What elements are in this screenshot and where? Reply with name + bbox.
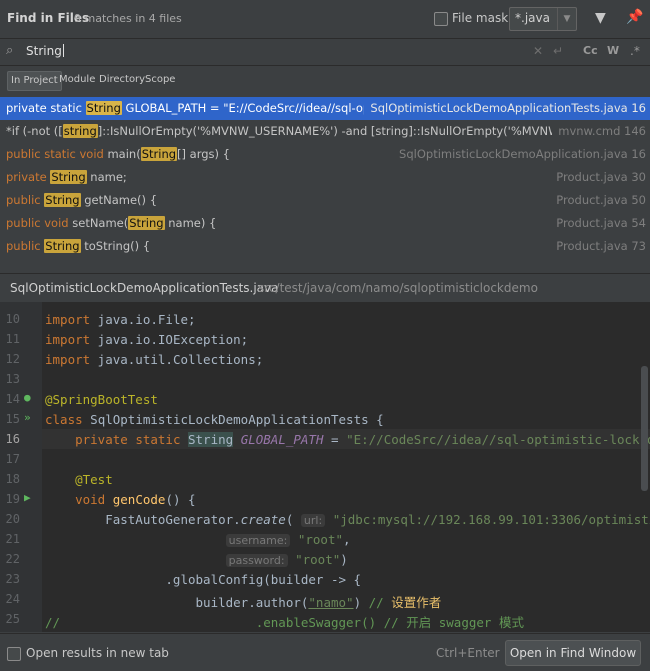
- tab-in-project[interactable]: In Project: [7, 71, 62, 91]
- line-number: 23: [5, 572, 20, 586]
- result-file: SqlOptimisticLockDemoApplicationTests.ja…: [364, 97, 646, 120]
- result-file: Product.java 73: [550, 235, 646, 258]
- code-line: void genCode() {: [75, 492, 196, 507]
- result-row[interactable]: public static void main(String[] args) {…: [0, 143, 650, 166]
- code-line: password: "root"): [45, 552, 348, 567]
- run-tests-icon[interactable]: »: [24, 411, 31, 424]
- result-file: Product.java 30: [550, 166, 646, 189]
- match-highlight: String: [44, 193, 81, 207]
- match-highlight: String: [140, 147, 178, 161]
- pin-icon[interactable]: 📌: [626, 9, 643, 25]
- result-row[interactable]: private String name; Product.java 30: [0, 166, 650, 189]
- search-bar: ⌕ String ✕ ↵ Cc W .*: [0, 38, 650, 66]
- newline-icon[interactable]: ↵: [553, 44, 563, 58]
- line-number: 15: [5, 412, 20, 426]
- clear-icon[interactable]: ✕: [533, 44, 543, 58]
- regex-icon[interactable]: .*: [630, 44, 640, 58]
- line-number: 21: [5, 532, 20, 546]
- chevron-down-icon[interactable]: ▼: [557, 8, 576, 30]
- result-row[interactable]: public void setName(String name) { Produ…: [0, 212, 650, 235]
- open-new-tab-checkbox[interactable]: [7, 647, 21, 661]
- tab-directory[interactable]: Directory: [96, 71, 148, 89]
- line-number: 19: [5, 492, 20, 506]
- code-line: username: "root",: [45, 532, 351, 547]
- file-mask-label: File mask:: [452, 11, 513, 25]
- code-line: import java.io.File;: [45, 312, 196, 327]
- filter-icon[interactable]: ▼: [595, 10, 606, 26]
- code-line: // .enableSwagger() // 开启 swagger 模式: [45, 615, 524, 630]
- code-line: private static String GLOBAL_PATH = "E:/…: [75, 432, 650, 447]
- preview-header: SqlOptimisticLockDemoApplicationTests.ja…: [0, 273, 650, 303]
- result-file: Product.java 50: [550, 189, 646, 212]
- match-highlight: String: [85, 101, 122, 115]
- result-row[interactable]: private static String GLOBAL_PATH = "E:/…: [0, 97, 650, 120]
- line-number: 24: [5, 592, 20, 606]
- vertical-scrollbar[interactable]: [641, 366, 648, 491]
- line-number: 11: [5, 332, 20, 346]
- spring-bean-icon[interactable]: ●: [24, 391, 31, 404]
- preview-file-path: src/test/java/com/namo/sqloptimisticlock…: [258, 281, 538, 295]
- code-line: builder.author("namo") // 设置作者: [45, 595, 442, 610]
- result-row[interactable]: public String getName() { Product.java 5…: [0, 189, 650, 212]
- results-list: private static String GLOBAL_PATH = "E:/…: [0, 97, 650, 273]
- code-line: class SqlOptimisticLockDemoApplicationTe…: [45, 412, 384, 427]
- result-row[interactable]: *if (-not ([string]::IsNullOrEmpty('%MVN…: [0, 120, 650, 143]
- find-in-files-window: Find in Files 9 matches in 4 files File …: [0, 0, 650, 671]
- footer-bar: Open results in new tab Ctrl+Enter Open …: [0, 633, 650, 671]
- search-input[interactable]: String: [26, 44, 64, 58]
- preview-file-name: SqlOptimisticLockDemoApplicationTests.ja…: [10, 281, 279, 295]
- line-number: 13: [5, 372, 20, 386]
- line-number: 12: [5, 352, 20, 366]
- header-bar: Find in Files 9 matches in 4 files File …: [0, 0, 650, 38]
- line-number: 10: [5, 312, 20, 326]
- match-highlight: string: [62, 124, 98, 138]
- search-icon[interactable]: ⌕: [6, 43, 13, 58]
- line-number: 17: [5, 452, 20, 466]
- result-row[interactable]: public String toString() { Product.java …: [0, 235, 650, 258]
- open-in-find-window-button[interactable]: Open in Find Window: [505, 640, 641, 666]
- file-mask-value: *.java: [515, 11, 550, 25]
- shortcut-hint: Ctrl+Enter: [436, 646, 500, 660]
- line-number: 14: [5, 392, 20, 406]
- scope-tabs: In Project Module Directory Scope: [0, 65, 650, 97]
- match-case-toggle[interactable]: Cc: [583, 44, 598, 57]
- file-mask-dropdown[interactable]: *.java ▼: [509, 7, 577, 31]
- tab-module[interactable]: Module: [56, 71, 98, 89]
- match-highlight: String: [50, 170, 87, 184]
- code-line: import java.util.Collections;: [45, 352, 264, 367]
- result-file: SqlOptimisticLockDemoApplication.java 16: [393, 143, 646, 166]
- match-count: 9 matches in 4 files: [74, 12, 182, 25]
- code-preview[interactable]: 10 11 12 13 14 15 16 17 18 19 20 21 22 2…: [0, 302, 650, 632]
- open-new-tab-label: Open results in new tab: [26, 646, 169, 660]
- file-mask-checkbox[interactable]: [434, 12, 448, 26]
- code-line: @SpringBootTest: [45, 392, 158, 407]
- code-line: FastAutoGenerator.create( url: "jdbc:mys…: [45, 512, 650, 527]
- code-line: .globalConfig(builder -> {: [45, 572, 362, 587]
- words-toggle[interactable]: W: [607, 44, 619, 57]
- line-number: 18: [5, 472, 20, 486]
- code-line: @Test: [75, 472, 113, 487]
- line-number: 20: [5, 512, 20, 526]
- tab-scope[interactable]: Scope: [142, 71, 178, 89]
- line-number: 16: [5, 432, 20, 446]
- line-number: 25: [5, 612, 20, 626]
- result-file: mvnw.cmd 146: [552, 120, 646, 143]
- match-highlight: String: [128, 216, 165, 230]
- code-line: import java.io.IOException;: [45, 332, 249, 347]
- line-number: 22: [5, 552, 20, 566]
- result-file: Product.java 54: [550, 212, 646, 235]
- run-icon[interactable]: ▶: [24, 491, 31, 504]
- match-highlight: String: [44, 239, 81, 253]
